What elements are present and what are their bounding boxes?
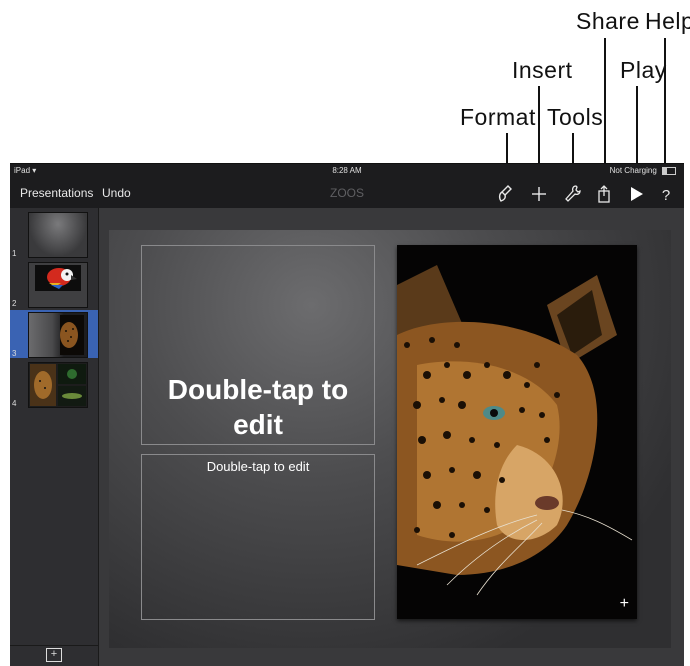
parrot-thumbnail-image	[28, 262, 88, 308]
toolbar: Presentations Undo ZOOS ?	[10, 178, 684, 208]
format-icon[interactable]	[496, 184, 518, 204]
callout-play: Play	[620, 57, 667, 83]
sidebar-divider	[10, 645, 98, 646]
callout-insert: Insert	[512, 57, 573, 83]
slide-number: 2	[12, 299, 17, 308]
battery-icon	[662, 166, 676, 175]
add-slide-button[interactable]: +	[46, 648, 62, 662]
slide-number: 1	[12, 249, 17, 258]
animals-collage-thumbnail	[28, 362, 88, 408]
slide-canvas: Double-tap to edit Double-tap to edit +	[99, 208, 684, 666]
callout-help: Help	[645, 8, 690, 34]
title-placeholder-text: Double-tap to edit	[167, 374, 349, 440]
slide-thumbnail-2[interactable]: 2	[10, 260, 98, 308]
slide-thumbnail-image	[28, 212, 88, 258]
battery-status: Not Charging	[610, 166, 676, 175]
title-placeholder[interactable]: Double-tap to edit	[141, 245, 375, 445]
slide-thumbnail-4[interactable]: 4	[10, 360, 98, 408]
help-icon[interactable]: ?	[655, 184, 677, 204]
callout-line-help	[664, 38, 666, 178]
clock: 8:28 AM	[332, 166, 362, 175]
insert-icon[interactable]	[528, 184, 550, 204]
slide-navigator: 1 2 3 4 +	[10, 208, 99, 666]
callout-line-share	[604, 38, 606, 178]
charging-status: Not Charging	[609, 166, 657, 175]
svg-text:?: ?	[662, 187, 670, 204]
share-icon[interactable]	[593, 184, 615, 204]
callout-share: Share	[576, 8, 640, 34]
slide-number: 3	[12, 349, 17, 358]
ipad-screen: iPad ▾ 8:28 AM Not Charging Presentation…	[10, 163, 684, 666]
leopard-photo[interactable]: +	[397, 245, 637, 619]
leopard-image	[397, 245, 637, 619]
leopard-slide-thumbnail	[28, 312, 88, 358]
slide-thumbnail-1[interactable]: 1	[10, 210, 98, 258]
callout-format: Format	[460, 104, 536, 130]
current-slide[interactable]: Double-tap to edit Double-tap to edit +	[109, 230, 671, 648]
status-bar: iPad ▾ 8:28 AM Not Charging	[10, 164, 684, 178]
body-placeholder[interactable]: Double-tap to edit	[141, 454, 375, 620]
slide-thumbnail-3[interactable]: 3	[10, 310, 98, 358]
play-icon[interactable]	[625, 184, 647, 204]
tools-icon[interactable]	[561, 184, 583, 204]
body-placeholder-text: Double-tap to edit	[206, 459, 310, 474]
media-placeholder-add-button[interactable]: +	[620, 595, 629, 613]
slide-number: 4	[12, 399, 17, 408]
callout-tools: Tools	[547, 104, 604, 130]
